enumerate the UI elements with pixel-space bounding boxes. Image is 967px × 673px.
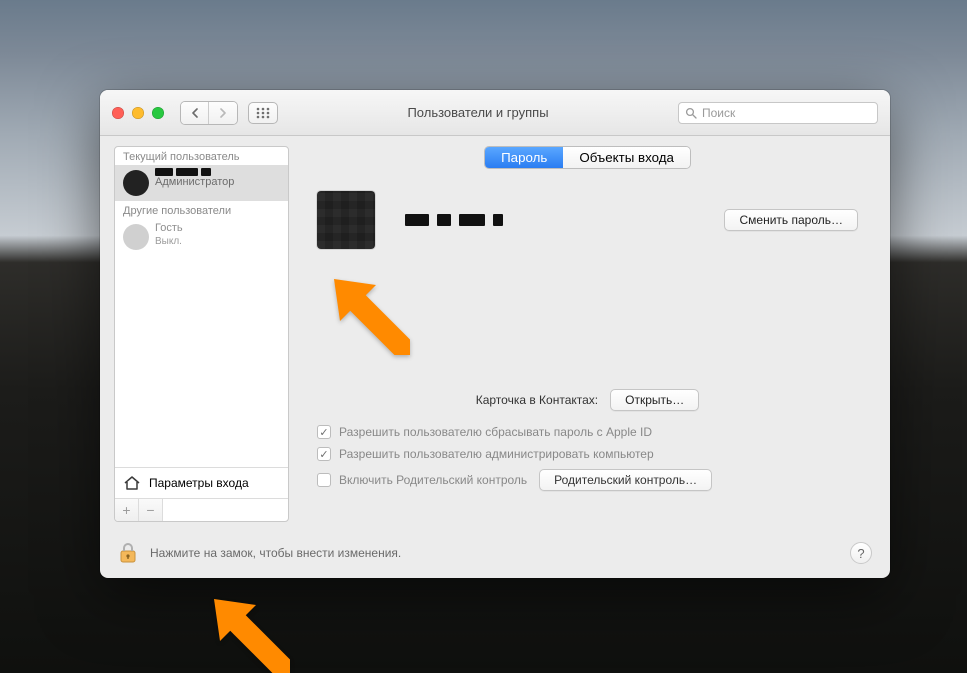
contacts-label: Карточка в Контактах: bbox=[476, 393, 598, 407]
user-role: Администратор bbox=[155, 176, 234, 189]
add-remove-controls: + − bbox=[115, 498, 288, 521]
contacts-card-row: Карточка в Контактах: Открыть… bbox=[299, 389, 876, 411]
window-body: Текущий пользователь Администратор Други… bbox=[100, 136, 890, 532]
tab-login-items[interactable]: Объекты входа bbox=[563, 147, 690, 168]
add-user-button[interactable]: + bbox=[115, 499, 139, 521]
window-title: Пользователи и группы bbox=[288, 105, 668, 120]
guest-status: Выкл. bbox=[155, 235, 183, 248]
chevron-right-icon bbox=[219, 108, 227, 118]
sidebar-header-others: Другие пользователи bbox=[115, 201, 288, 219]
lock-row: Нажмите на замок, чтобы внести изменения… bbox=[100, 532, 890, 578]
toolbar: Пользователи и группы Поиск bbox=[100, 90, 890, 136]
checkbox-label: Включить Родительский контроль bbox=[339, 473, 527, 487]
chevron-left-icon bbox=[191, 108, 199, 118]
zoom-window-button[interactable] bbox=[152, 107, 164, 119]
lock-text: Нажмите на замок, чтобы внести изменения… bbox=[150, 546, 401, 560]
search-field[interactable]: Поиск bbox=[678, 102, 878, 124]
checkbox-parental-control[interactable]: Включить Родительский контроль bbox=[317, 473, 527, 487]
avatar bbox=[123, 224, 149, 250]
house-icon bbox=[123, 475, 141, 491]
sidebar-header-current: Текущий пользователь bbox=[115, 147, 288, 165]
user-fullname-redacted bbox=[405, 214, 503, 226]
users-sidebar: Текущий пользователь Администратор Други… bbox=[114, 146, 289, 522]
help-button[interactable]: ? bbox=[850, 542, 872, 564]
change-password-button[interactable]: Сменить пароль… bbox=[724, 209, 858, 231]
checkbox-icon bbox=[317, 425, 331, 439]
traffic-lights bbox=[112, 107, 164, 119]
tabs: Пароль Объекты входа bbox=[299, 146, 876, 169]
grid-icon bbox=[256, 107, 270, 119]
user-summary-row: Сменить пароль… bbox=[317, 191, 858, 249]
back-button[interactable] bbox=[181, 102, 209, 124]
tab-password[interactable]: Пароль bbox=[485, 147, 563, 168]
guest-name: Гость bbox=[155, 222, 183, 235]
remove-user-button[interactable]: − bbox=[139, 499, 163, 521]
search-placeholder: Поиск bbox=[702, 106, 735, 120]
checkbox-label: Разрешить пользователю сбрасывать пароль… bbox=[339, 425, 652, 439]
content-pane: Пароль Объекты входа Сменить пароль… Кар… bbox=[299, 146, 876, 522]
annotation-arrow bbox=[210, 595, 290, 673]
checkbox-icon bbox=[317, 473, 331, 487]
login-options-row[interactable]: Параметры входа bbox=[115, 467, 288, 498]
open-contacts-button[interactable]: Открыть… bbox=[610, 389, 699, 411]
sidebar-item-current-user[interactable]: Администратор bbox=[115, 165, 288, 201]
search-icon bbox=[685, 107, 697, 119]
lock-icon[interactable] bbox=[118, 542, 138, 564]
user-avatar-large[interactable] bbox=[317, 191, 375, 249]
avatar bbox=[123, 170, 149, 196]
checkbox-apple-id-reset[interactable]: Разрешить пользователю сбрасывать пароль… bbox=[317, 425, 876, 439]
nav-segment bbox=[180, 101, 238, 125]
sidebar-item-guest[interactable]: Гость Выкл. bbox=[115, 219, 288, 255]
show-all-button[interactable] bbox=[248, 102, 278, 124]
minimize-window-button[interactable] bbox=[132, 107, 144, 119]
user-name-redacted bbox=[155, 168, 234, 176]
checkbox-label: Разрешить пользователю администрировать … bbox=[339, 447, 654, 461]
login-options-label: Параметры входа bbox=[149, 476, 249, 490]
close-window-button[interactable] bbox=[112, 107, 124, 119]
parental-control-button[interactable]: Родительский контроль… bbox=[539, 469, 712, 491]
checkbox-group: Разрешить пользователю сбрасывать пароль… bbox=[317, 425, 876, 491]
checkbox-icon bbox=[317, 447, 331, 461]
preferences-window: Пользователи и группы Поиск Текущий поль… bbox=[100, 90, 890, 578]
checkbox-allow-admin[interactable]: Разрешить пользователю администрировать … bbox=[317, 447, 876, 461]
forward-button[interactable] bbox=[209, 102, 237, 124]
